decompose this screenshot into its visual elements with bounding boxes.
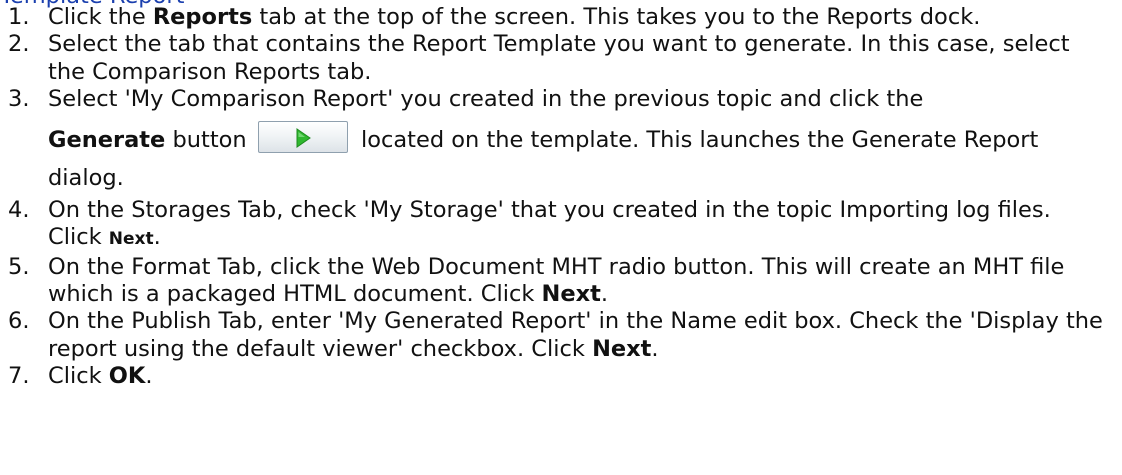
step-number: 6. bbox=[8, 308, 30, 335]
step-text: . bbox=[651, 335, 659, 362]
generate-line: Generate button located on the template.… bbox=[48, 120, 1110, 197]
step-keyword: Generate bbox=[48, 127, 166, 154]
green-play-arrow-icon bbox=[296, 127, 311, 148]
step-text: Select the tab that contains the Report … bbox=[48, 31, 1070, 85]
step-7: 7. Click OK. bbox=[0, 363, 1110, 390]
step-number: 3. bbox=[8, 85, 30, 112]
step-text: . bbox=[600, 281, 609, 308]
step-number: 2. bbox=[8, 31, 30, 58]
step-2: 2. Select the tab that contains the Repo… bbox=[0, 31, 1110, 86]
step-keyword: Next bbox=[541, 281, 601, 308]
step-5: 5. On the Format Tab, click the Web Docu… bbox=[0, 254, 1110, 309]
step-keyword: Next bbox=[592, 335, 652, 362]
step-number: 4. bbox=[8, 197, 30, 224]
step-6: 6. On the Publish Tab, enter 'My Generat… bbox=[0, 308, 1110, 363]
generate-button-image bbox=[257, 120, 348, 153]
step-text: On the Storages Tab, check 'My Storage' … bbox=[48, 197, 1051, 251]
step-number: 5. bbox=[8, 253, 30, 280]
step-4: 4. On the Storages Tab, check 'My Storag… bbox=[0, 197, 1110, 254]
step-keyword: Next bbox=[108, 229, 154, 250]
step-text: tab at the top of the screen. This takes… bbox=[252, 4, 981, 30]
step-text: Click bbox=[48, 362, 109, 389]
step-number: 7. bbox=[8, 362, 30, 389]
step-text: . bbox=[145, 362, 153, 389]
step-text: On the Publish Tab, enter 'My Generated … bbox=[48, 308, 1103, 362]
step-text: button bbox=[165, 127, 254, 154]
step-text: . bbox=[153, 224, 161, 251]
step-number: 1. bbox=[8, 4, 30, 30]
step-text: Click the bbox=[48, 4, 153, 30]
step-text: Select 'My Comparison Report' you create… bbox=[48, 85, 924, 112]
step-keyword: Reports bbox=[152, 4, 253, 30]
instruction-steps: 1. Click the Reports tab at the top of t… bbox=[0, 4, 1110, 390]
step-keyword: OK bbox=[108, 362, 146, 389]
step-1: 1. Click the Reports tab at the top of t… bbox=[0, 4, 1110, 31]
step-3: 3. Select 'My Comparison Report' you cre… bbox=[0, 86, 1110, 197]
